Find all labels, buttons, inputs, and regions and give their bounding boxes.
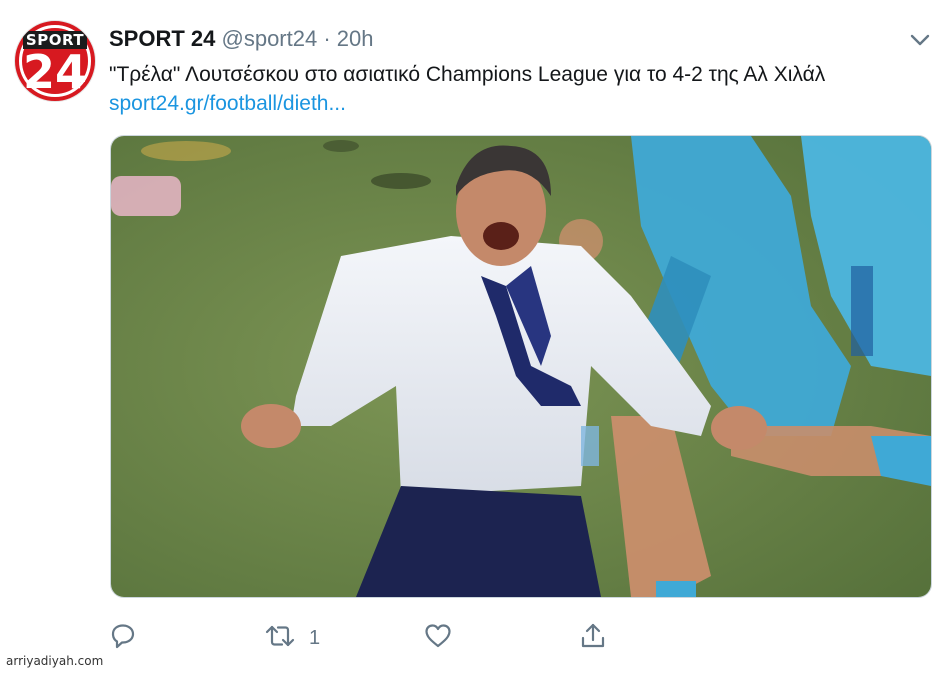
chevron-down-icon[interactable] bbox=[906, 26, 934, 54]
retweet-button[interactable]: 1 bbox=[263, 622, 320, 654]
tweet[interactable]: SPORT 24 SPORT 24 @sport24 · 20h "Τρέλα"… bbox=[0, 0, 950, 673]
heart-icon bbox=[423, 621, 453, 656]
retweet-icon bbox=[263, 621, 297, 656]
watermark: arriyadiyah.com bbox=[6, 654, 104, 668]
account-handle[interactable]: @sport24 bbox=[222, 26, 318, 51]
share-button[interactable] bbox=[578, 622, 608, 654]
tweet-header: SPORT 24 @sport24 · 20h bbox=[109, 26, 374, 52]
reply-button[interactable] bbox=[108, 622, 138, 654]
tweet-link[interactable]: sport24.gr/football/dieth... bbox=[109, 92, 346, 115]
avatar-logo-number: 24 bbox=[22, 45, 87, 99]
separator-dot: · bbox=[323, 26, 331, 51]
retweet-count: 1 bbox=[309, 626, 321, 649]
reply-icon bbox=[108, 621, 138, 656]
like-button[interactable] bbox=[423, 622, 453, 654]
share-icon bbox=[578, 621, 608, 656]
account-name[interactable]: SPORT 24 bbox=[109, 26, 215, 51]
tweet-text: "Τρέλα" Λουτσέσκου στο ασιατικό Champion… bbox=[109, 60, 909, 118]
tweet-actions: 1 bbox=[108, 622, 628, 654]
tweet-body: "Τρέλα" Λουτσέσκου στο ασιατικό Champion… bbox=[109, 63, 826, 86]
avatar[interactable]: SPORT 24 bbox=[14, 20, 96, 102]
tweet-timestamp[interactable]: 20h bbox=[337, 26, 374, 51]
tweet-media-image[interactable] bbox=[110, 135, 932, 598]
